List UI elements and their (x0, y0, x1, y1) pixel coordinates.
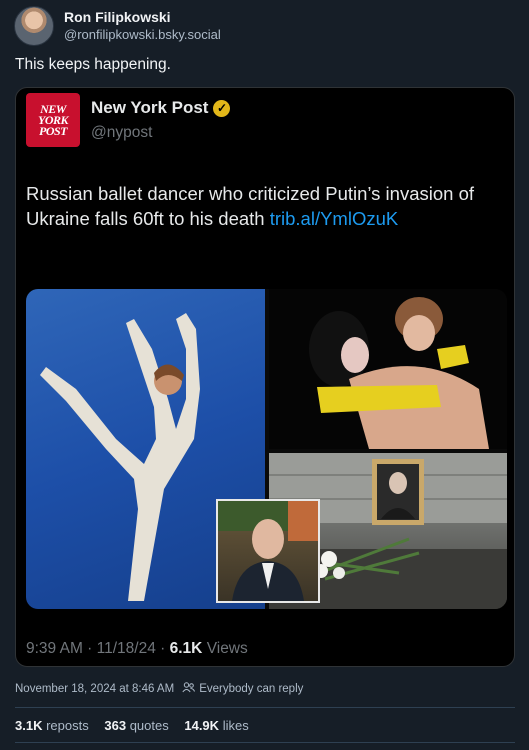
quoted-date[interactable]: 11/18/24 (97, 640, 156, 657)
putin-inset-image[interactable] (216, 499, 320, 603)
views-count: 6.1K (169, 640, 203, 657)
reply-setting: Everybody can reply (199, 683, 304, 695)
likes-count: 14.9K (184, 718, 220, 733)
quoted-author-name-text: New York Post (91, 98, 209, 117)
article-link[interactable]: trib.al/YmlOzuK (270, 208, 399, 229)
quotes-count: 363 (104, 718, 127, 733)
quotes-label: quotes (129, 718, 169, 733)
author-handle[interactable]: @ronfilipkowski.bsky.social (64, 26, 221, 43)
verified-check-icon: ✓ (213, 99, 231, 117)
quoted-post-meta: 9:39 AM · 11/18/24 · 6.1K Views (26, 640, 248, 657)
quoted-text: Russian ballet dancer who criticized Put… (26, 181, 496, 231)
portrait-figure (218, 501, 318, 601)
divider (15, 742, 515, 743)
likes-stat[interactable]: 14.9K likes (184, 718, 248, 733)
author-block: Ron Filipkowski @ronfilipkowski.bsky.soc… (64, 9, 221, 43)
avatar[interactable] (14, 6, 54, 46)
post-timestamp[interactable]: November 18, 2024 at 8:46 AM (15, 683, 174, 695)
couple-figure (309, 297, 489, 449)
media-collage[interactable] (26, 289, 507, 609)
quoted-author-name[interactable]: New York Post ✓ (91, 98, 231, 118)
engagement-stats: 3.1K reposts 363 quotes 14.9K likes (15, 718, 249, 733)
post-meta: November 18, 2024 at 8:46 AM Everybody c… (15, 682, 303, 696)
likes-label: likes (222, 718, 249, 733)
quoted-post[interactable]: NEW YORK POST New York Post ✓ @nypost Ru… (15, 87, 515, 667)
dancers-couple-image[interactable] (269, 289, 507, 449)
post-text: This keeps happening. (15, 56, 171, 73)
people-icon (182, 682, 196, 696)
quoted-author-handle[interactable]: @nypost (91, 124, 152, 142)
author-name[interactable]: Ron Filipkowski (64, 9, 221, 26)
views-label: Views (206, 640, 248, 657)
divider (15, 707, 515, 708)
logo-line: POST (39, 123, 68, 138)
reposts-stat[interactable]: 3.1K reposts (15, 718, 89, 733)
quoted-text-body: Russian ballet dancer who criticized Put… (26, 183, 475, 229)
quoted-time[interactable]: 9:39 AM (26, 640, 83, 657)
quotes-stat[interactable]: 363 quotes (104, 718, 168, 733)
nypost-logo[interactable]: NEW YORK POST (26, 93, 80, 147)
reposts-label: reposts (46, 718, 89, 733)
post-header: Ron Filipkowski @ronfilipkowski.bsky.soc… (14, 6, 221, 46)
reposts-count: 3.1K (15, 718, 43, 733)
